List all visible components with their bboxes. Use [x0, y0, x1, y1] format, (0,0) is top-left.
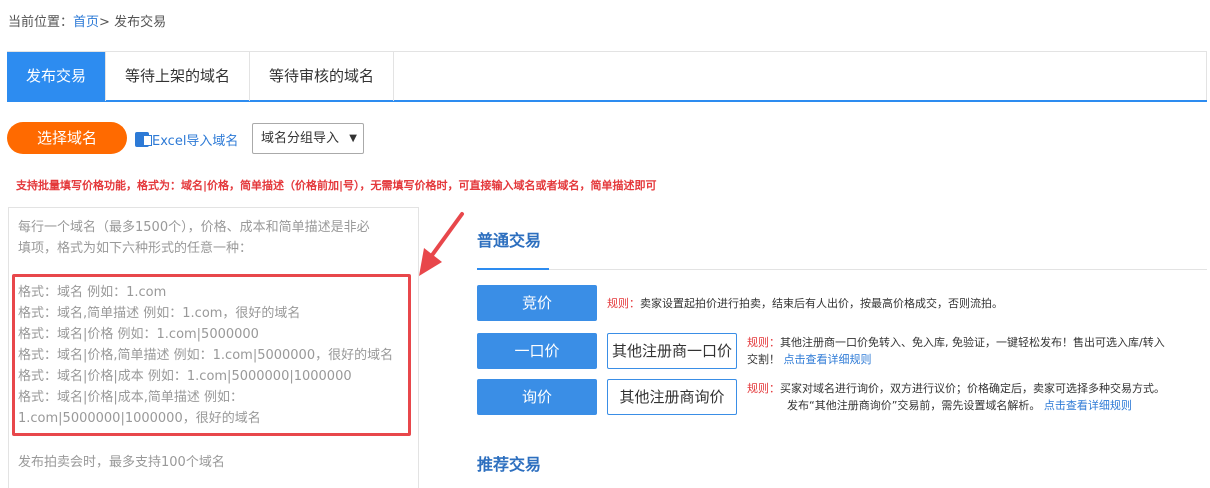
breadcrumb-prefix: 当前位置：	[8, 15, 74, 30]
recommend-trade-title: 推荐交易	[477, 455, 542, 474]
breadcrumb-home-link[interactable]: 首页	[73, 15, 99, 30]
auction-button[interactable]: 竞价	[477, 285, 597, 321]
inquiry-rule-text-1: 买家对域名进行询价，双方进行议价；价格确定后，卖家可选择多种交易方式。	[780, 382, 1165, 395]
group-import-select[interactable]: 域名分组导入 ▼	[252, 123, 364, 154]
rule-label: 规则：	[747, 382, 780, 395]
tab-bar-filler	[394, 52, 1207, 100]
tab-bar: 发布交易 等待上架的域名 等待审核的域名	[7, 51, 1207, 102]
tab-pending-review[interactable]: 等待审核的域名	[250, 52, 395, 101]
rule-label: 规则：	[747, 336, 780, 349]
select-domain-button[interactable]: 选择域名	[7, 122, 127, 154]
annotation-arrow-icon	[419, 212, 464, 276]
inquiry-rule-link[interactable]: 点击查看详细规则	[1044, 399, 1132, 412]
highlight-box	[12, 274, 411, 436]
textarea-intro-line-2: 填项，格式为如下六种形式的任意一种：	[18, 241, 253, 256]
dropdown-arrow-icon: ▼	[349, 133, 357, 144]
auction-rule-text: 卖家设置起拍价进行拍卖，结束后有人出价，按最高价格成交，否则流拍。	[640, 297, 1003, 310]
textarea-intro-line-1: 每行一个域名（最多1500个），价格、成本和简单描述是非必	[18, 220, 370, 235]
other-registrar-fixed-button[interactable]: 其他注册商一口价	[607, 333, 737, 369]
auction-rule: 规则：卖家设置起拍价进行拍卖，结束后有人出价，按最高价格成交，否则流拍。	[607, 295, 1003, 312]
rule-label: 规则：	[607, 297, 640, 310]
batch-price-tip: 支持批量填写价格功能，格式为：域名|价格，简单描述（价格前加|号），无需填写价格…	[16, 179, 657, 192]
inquiry-rule-text-2: 发布“其他注册商询价”交易前，需先设置域名解析。	[787, 399, 1041, 412]
other-registrar-inquiry-button[interactable]: 其他注册商询价	[607, 379, 737, 415]
breadcrumb-current: 发布交易	[114, 15, 167, 30]
tab-publish[interactable]: 发布交易	[7, 52, 107, 101]
normal-trade-title: 普通交易	[477, 231, 542, 250]
textarea-intro: 每行一个域名（最多1500个），价格、成本和简单描述是非必 填项，格式为如下六种…	[18, 217, 409, 259]
group-import-value: 域名分组导入	[261, 131, 340, 146]
fixed-rule-text-2: 交割！	[747, 353, 780, 366]
inquiry-rule: 规则：买家对域名进行询价，双方进行议价；价格确定后，卖家可选择多种交易方式。 发…	[747, 380, 1207, 414]
section-underline	[477, 268, 549, 270]
fixed-rule-text-1: 其他注册商一口价免转入、免入库, 免验证，一键轻松发布！售出可选入库/转入	[780, 336, 1165, 349]
fixed-rule: 规则：其他注册商一口价免转入、免入库, 免验证，一键轻松发布！售出可选入库/转入…	[747, 334, 1207, 368]
breadcrumb-separator: >	[99, 15, 110, 30]
breadcrumb: 当前位置：首页> 发布交易	[8, 11, 166, 30]
auction-limit-note: 发布拍卖会时，最多支持100个域名	[18, 455, 225, 470]
inquiry-button[interactable]: 询价	[477, 379, 597, 415]
excel-icon	[135, 132, 152, 147]
fixed-price-button[interactable]: 一口价	[477, 333, 597, 369]
tab-pending-listing[interactable]: 等待上架的域名	[106, 52, 251, 101]
fixed-rule-link[interactable]: 点击查看详细规则	[784, 353, 872, 366]
excel-import-label: Excel导入域名	[152, 134, 239, 149]
excel-import-link[interactable]: Excel导入域名	[135, 130, 238, 149]
section-divider	[549, 269, 1207, 270]
